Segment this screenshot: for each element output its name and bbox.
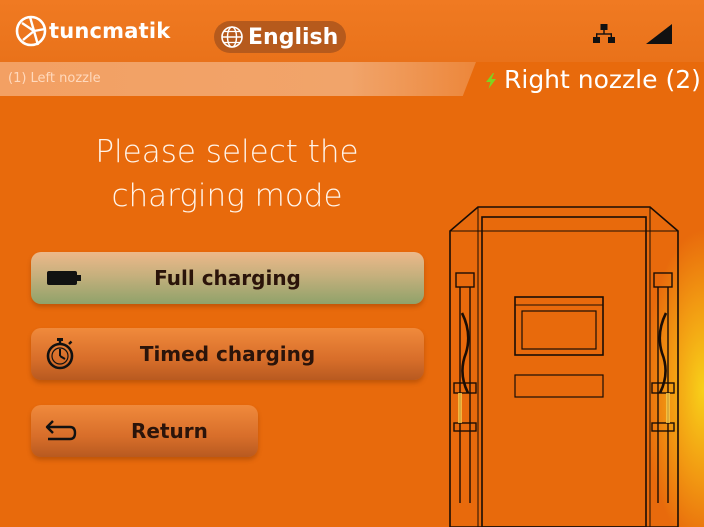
page-title-line1: Please select the	[95, 134, 359, 170]
network-icon	[593, 24, 615, 43]
timed-charging-label: Timed charging	[139, 342, 316, 366]
return-arrow-icon	[45, 420, 77, 441]
full-charging-button[interactable]: Full charging	[31, 252, 424, 304]
globe-icon	[221, 26, 243, 48]
charger-screen: tuncmatik English (1) Left nozzle Right …	[0, 0, 704, 527]
tab-left-nozzle-label: (1) Left nozzle	[8, 71, 101, 86]
lightning-bolt-icon	[486, 73, 496, 89]
brand-logo: tuncmatik	[14, 14, 170, 48]
language-label: English	[248, 24, 339, 50]
brand-name: tuncmatik	[49, 19, 171, 43]
return-button[interactable]: Return	[31, 405, 258, 457]
page-title: Please select the charging mode	[62, 130, 392, 218]
return-label: Return	[131, 419, 208, 443]
language-selector[interactable]: English	[214, 21, 347, 53]
tab-right-nozzle-label: Right nozzle (2)	[504, 65, 701, 94]
signal-icon	[646, 24, 672, 44]
tab-left-nozzle[interactable]: (1) Left nozzle	[0, 62, 500, 96]
timed-charging-button[interactable]: Timed charging	[31, 328, 424, 380]
charging-station-illustration	[449, 206, 679, 527]
tuncmatik-logo-icon	[15, 15, 47, 47]
nozzle-tabs: (1) Left nozzle Right nozzle (2)	[0, 62, 704, 98]
full-charging-label: Full charging	[154, 266, 301, 290]
top-bar: tuncmatik English	[0, 0, 704, 62]
page-title-line2: charging mode	[111, 178, 343, 214]
